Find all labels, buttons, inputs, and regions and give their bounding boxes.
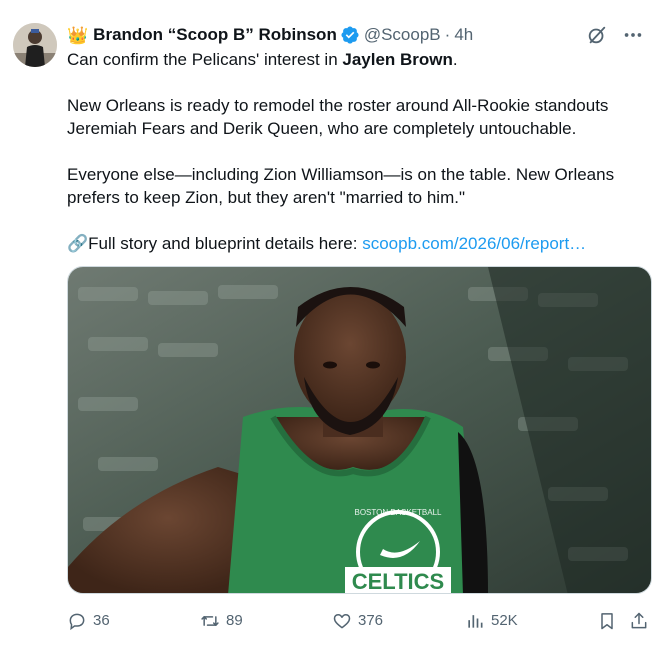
bookmark-icon	[601, 613, 613, 630]
engagement-bar: 36 89 376 52K	[67, 607, 652, 635]
link-prefix: 🔗Full story and blueprint details here:	[67, 234, 363, 253]
tweet-paragraph-2: New Orleans is ready to remodel the rost…	[67, 96, 609, 138]
jersey-text: CELTICS	[352, 569, 444, 594]
tweet-text: Can confirm the Pelicans' interest in Ja…	[67, 48, 647, 255]
tweet-line-1-suffix: .	[452, 50, 458, 69]
separator-dot: ·	[444, 25, 451, 44]
repost-icon	[201, 616, 219, 626]
crown-emoji: 👑	[67, 25, 89, 45]
avatar[interactable]	[13, 23, 57, 67]
tweet-line-1: Can confirm the Pelicans' interest in Ja…	[67, 48, 647, 71]
views-icon	[468, 615, 483, 628]
views-button[interactable]: 52K	[465, 607, 518, 635]
handle[interactable]: @ScoopB	[364, 25, 441, 45]
display-name[interactable]: Brandon “Scoop B” Robinson	[93, 25, 337, 45]
tweet-photo[interactable]: CELTICS BOSTON BASKETBALL	[67, 266, 652, 594]
heart-icon	[333, 614, 351, 629]
tweet-line-1-text: Can confirm the Pelicans' interest in	[67, 50, 343, 69]
player-name: Jaylen Brown	[342, 50, 453, 69]
timestamp[interactable]: 4h	[454, 25, 473, 45]
reply-button[interactable]: 36	[67, 607, 110, 635]
like-button[interactable]: 376	[332, 607, 383, 635]
bookmark-button[interactable]	[597, 607, 623, 635]
views-count: 52K	[491, 612, 518, 629]
article-link[interactable]: scoopb.com/2026/06/report…	[362, 234, 586, 253]
tweet-link-line: 🔗Full story and blueprint details here: …	[67, 232, 647, 255]
verified-badge-icon[interactable]	[340, 25, 360, 45]
reply-count: 36	[93, 612, 110, 629]
player-photo: CELTICS BOSTON BASKETBALL	[68, 267, 651, 594]
tweet-paragraph-3: Everyone else—including Zion Williamson—…	[67, 165, 615, 207]
like-count: 376	[358, 612, 384, 629]
grok-icon[interactable]	[586, 24, 608, 46]
avatar-image	[13, 23, 57, 67]
jersey-small-text: BOSTON BASKETBALL	[355, 508, 443, 517]
tweet-header: 👑 Brandon “Scoop B” Robinson @ScoopB · 4…	[67, 23, 473, 47]
share-icon	[631, 612, 647, 629]
share-button[interactable]	[629, 607, 655, 635]
repost-count: 89	[226, 612, 243, 629]
tweet[interactable]: 👑 Brandon “Scoop B” Robinson @ScoopB · 4…	[0, 0, 660, 645]
more-icon[interactable]	[622, 24, 644, 46]
repost-button[interactable]: 89	[200, 607, 243, 635]
reply-icon	[69, 613, 85, 631]
top-actions	[586, 24, 644, 46]
